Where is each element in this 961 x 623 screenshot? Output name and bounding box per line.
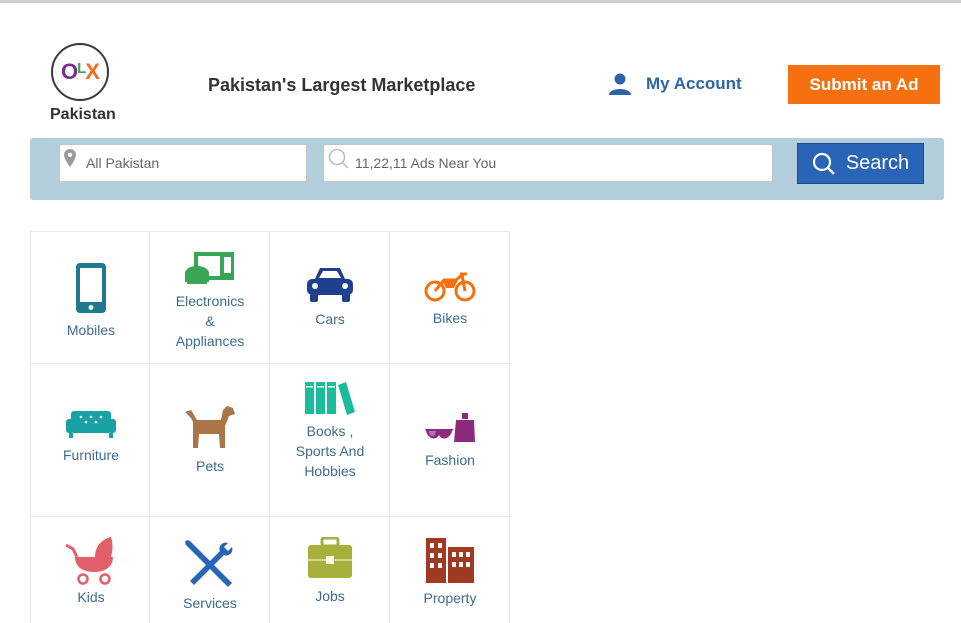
logo-country: Pakistan [50, 106, 116, 123]
search-bar: All Pakistan 11,22,11 Ads Near You Searc… [30, 138, 944, 200]
books-icon [305, 382, 355, 415]
my-account-label: My Account [646, 74, 742, 93]
category-label: Bikes [432, 310, 468, 326]
site-tagline: Pakistan's Largest Marketplace [208, 75, 476, 95]
category-label: Cars [315, 311, 345, 327]
my-account-link[interactable]: My Account [608, 73, 742, 95]
search-placeholder: 11,22,11 Ads Near You [355, 155, 497, 171]
category-jobs[interactable]: Jobs [270, 517, 390, 623]
category-cars[interactable]: Cars [270, 231, 390, 364]
category-books-sports-hobbies[interactable]: Books , Sports And Hobbies [270, 364, 390, 517]
category-mobiles[interactable]: Mobiles [30, 231, 150, 364]
search-input[interactable]: 11,22,11 Ads Near You [323, 144, 773, 182]
category-electronics[interactable]: Electronics & Appliances [150, 231, 270, 364]
submit-ad-button[interactable]: Submit an Ad [788, 65, 940, 104]
top-border [0, 0, 961, 3]
sunglasses-perfume-icon [425, 413, 475, 442]
briefcase-icon [308, 537, 352, 578]
sofa-icon [66, 411, 116, 438]
search-icon [812, 152, 835, 175]
location-pin-icon [64, 149, 76, 167]
olx-logo[interactable]: OLX Pakistan [50, 43, 116, 125]
category-label: Pets [195, 458, 224, 474]
location-field[interactable]: All Pakistan [59, 144, 307, 182]
category-property[interactable]: Property [390, 517, 510, 623]
category-label: Books , Sports And Hobbies [295, 423, 365, 479]
tools-icon [185, 540, 233, 587]
pram-icon [65, 537, 113, 585]
category-services[interactable]: Services [150, 517, 270, 623]
category-label: Mobiles [66, 322, 116, 338]
mobile-phone-icon [76, 263, 106, 313]
category-label: Furniture [62, 447, 120, 463]
category-bikes[interactable]: Bikes [390, 231, 510, 364]
category-label: Kids [77, 589, 105, 605]
search-button[interactable]: Search [797, 143, 924, 184]
microwave-icon [185, 252, 234, 284]
category-label: Electronics & Appliances [175, 293, 245, 349]
category-label: Services [183, 595, 237, 611]
category-label: Jobs [315, 588, 345, 604]
user-icon [609, 73, 631, 95]
dog-icon [185, 406, 235, 448]
olx-logo-mark: OLX [51, 43, 109, 101]
category-kids[interactable]: Kids [30, 517, 150, 623]
category-furniture[interactable]: Furniture [30, 364, 150, 517]
category-label: Property [423, 590, 477, 606]
category-pets[interactable]: Pets [150, 364, 270, 517]
search-field-icon [328, 148, 349, 169]
category-fashion[interactable]: Fashion [390, 364, 510, 517]
location-value: All Pakistan [86, 155, 160, 171]
search-button-label: Search [845, 152, 910, 174]
category-grid: Mobiles Electronics & Appliances Cars Bi… [30, 231, 510, 623]
category-label: Fashion [425, 452, 475, 468]
motorbike-icon [424, 272, 476, 302]
buildings-icon [426, 538, 474, 583]
car-icon [307, 268, 353, 302]
